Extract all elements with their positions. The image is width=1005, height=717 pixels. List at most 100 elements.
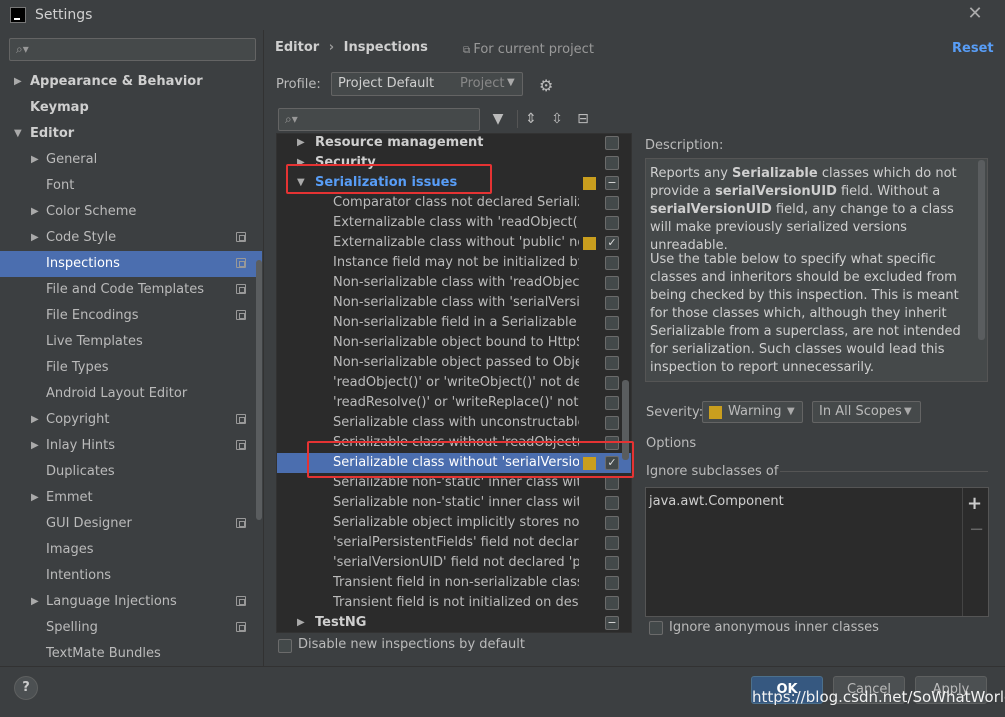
inspection-checkbox[interactable] bbox=[605, 596, 619, 610]
sidebar-item-appearance-behavior[interactable]: ▶ Appearance & Behavior bbox=[0, 69, 262, 95]
sidebar-item-gui-designer[interactable]: GUI Designer bbox=[0, 511, 262, 537]
profile-select[interactable]: Project Default Project ▼ bbox=[331, 72, 523, 96]
inspection-row[interactable]: Non-serializable field in a Serializable… bbox=[277, 313, 631, 333]
sidebar-item-images[interactable]: Images bbox=[0, 537, 262, 563]
chevron-right-icon[interactable]: ▶ bbox=[31, 225, 39, 251]
inspection-checkbox[interactable] bbox=[605, 496, 619, 510]
inspection-row[interactable]: 'readResolve()' or 'writeReplace()' not … bbox=[277, 393, 631, 413]
inspection-row[interactable]: Externalizable class with 'readObject()'… bbox=[277, 213, 631, 233]
inspection-search-input[interactable]: ⌕▾ bbox=[278, 108, 480, 131]
inspection-checkbox[interactable] bbox=[605, 316, 619, 330]
expand-all-icon[interactable]: ⇕ bbox=[522, 110, 540, 128]
filter-icon[interactable]: ▼ bbox=[489, 110, 507, 128]
sidebar-scrollbar[interactable] bbox=[256, 260, 262, 520]
collapse-all-icon[interactable]: ⇳ bbox=[548, 110, 566, 128]
inspection-checkbox[interactable]: − bbox=[605, 616, 619, 630]
inspection-checkbox[interactable] bbox=[605, 216, 619, 230]
inspection-checkbox[interactable] bbox=[605, 296, 619, 310]
sidebar-item-duplicates[interactable]: Duplicates bbox=[0, 459, 262, 485]
sidebar-item-spelling[interactable]: Spelling bbox=[0, 615, 262, 641]
inspection-checkbox[interactable] bbox=[605, 576, 619, 590]
sidebar-search-input[interactable]: ⌕▾ bbox=[9, 38, 256, 61]
inspection-checkbox[interactable] bbox=[605, 196, 619, 210]
inspection-row[interactable]: Instance field may not be initialized by… bbox=[277, 253, 631, 273]
remove-icon[interactable]: − bbox=[969, 519, 984, 540]
inspection-row[interactable]: Serializable class with unconstructable … bbox=[277, 413, 631, 433]
sidebar-item-live-templates[interactable]: Live Templates bbox=[0, 329, 262, 355]
sidebar-item-code-style[interactable]: ▶ Code Style bbox=[0, 225, 262, 251]
inspection-row[interactable]: Non-serializable object passed to Object bbox=[277, 353, 631, 373]
checkbox[interactable] bbox=[278, 639, 292, 653]
chevron-right-icon[interactable]: ▶ bbox=[31, 433, 39, 459]
sidebar-item-inlay-hints[interactable]: ▶ Inlay Hints bbox=[0, 433, 262, 459]
description-scrollbar[interactable] bbox=[978, 160, 985, 340]
sidebar-item-file-types[interactable]: File Types bbox=[0, 355, 262, 381]
help-button[interactable]: ? bbox=[14, 676, 38, 700]
chevron-down-icon[interactable]: ▼ bbox=[14, 121, 22, 147]
sidebar-item-file-encodings[interactable]: File Encodings bbox=[0, 303, 262, 329]
inspection-row[interactable]: Non-serializable class with 'readObject(… bbox=[277, 273, 631, 293]
inspection-checkbox[interactable] bbox=[605, 476, 619, 490]
description-text: Reports any bbox=[650, 166, 733, 181]
inspection-row[interactable]: 'serialVersionUID' field not declared 'p… bbox=[277, 553, 631, 573]
sidebar-item-general[interactable]: ▶ General bbox=[0, 147, 262, 173]
ignore-subclasses-label: Ignore subclasses of bbox=[646, 464, 779, 479]
chevron-right-icon[interactable]: ▶ bbox=[31, 589, 39, 615]
sidebar-item-inspections[interactable]: Inspections bbox=[0, 251, 262, 277]
chevron-right-icon[interactable]: ▶ bbox=[297, 613, 305, 632]
chevron-right-icon[interactable]: ▶ bbox=[31, 485, 39, 511]
inspection-checkbox[interactable] bbox=[605, 396, 619, 410]
ignore-subclasses-list[interactable]: java.awt.Component bbox=[645, 487, 989, 617]
inspection-group-row[interactable]: ▶ Resource management bbox=[277, 134, 631, 153]
severity-select[interactable]: Warning ▼ bbox=[702, 401, 803, 423]
reset-link[interactable]: Reset bbox=[952, 41, 994, 56]
inspection-checkbox[interactable] bbox=[605, 516, 619, 530]
inspection-row[interactable]: Serializable object implicitly stores no… bbox=[277, 513, 631, 533]
list-item[interactable]: java.awt.Component bbox=[649, 494, 784, 509]
checkbox[interactable] bbox=[649, 621, 663, 635]
sidebar-item-editor[interactable]: ▼ Editor bbox=[0, 121, 262, 147]
inspection-checkbox[interactable] bbox=[605, 156, 619, 170]
reset-to-default-icon[interactable]: ⊟ bbox=[574, 110, 592, 128]
inspection-checkbox[interactable] bbox=[605, 336, 619, 350]
inspection-checkbox[interactable] bbox=[605, 556, 619, 570]
inspection-row[interactable]: Transient field in non-serializable clas… bbox=[277, 573, 631, 593]
inspection-checkbox[interactable] bbox=[605, 256, 619, 270]
chevron-right-icon[interactable]: ▶ bbox=[31, 407, 39, 433]
inspection-row[interactable]: Comparator class not declared Serializab bbox=[277, 193, 631, 213]
inspection-checkbox[interactable]: − bbox=[605, 176, 619, 190]
inspection-row[interactable]: Serializable non-'static' inner class wi… bbox=[277, 493, 631, 513]
inspection-row[interactable]: Non-serializable object bound to HttpSe bbox=[277, 333, 631, 353]
chevron-right-icon[interactable]: ▶ bbox=[14, 69, 22, 95]
inspection-checkbox[interactable] bbox=[605, 136, 619, 150]
sidebar-item-file-and-code-templates[interactable]: File and Code Templates bbox=[0, 277, 262, 303]
inspection-checkbox[interactable]: ✓ bbox=[605, 236, 619, 250]
inspection-checkbox[interactable] bbox=[605, 356, 619, 370]
sidebar-item-android-layout-editor[interactable]: Android Layout Editor bbox=[0, 381, 262, 407]
inspection-group-row[interactable]: ▶ TestNG − bbox=[277, 613, 631, 632]
inspection-checkbox[interactable] bbox=[605, 376, 619, 390]
sidebar-item-intentions[interactable]: Intentions bbox=[0, 563, 262, 589]
sidebar-item-language-injections[interactable]: ▶ Language Injections bbox=[0, 589, 262, 615]
sidebar-item-color-scheme[interactable]: ▶ Color Scheme bbox=[0, 199, 262, 225]
sidebar-item-textmate-bundles[interactable]: TextMate Bundles bbox=[0, 641, 262, 667]
chevron-right-icon[interactable]: ▶ bbox=[297, 134, 305, 153]
sidebar-item-emmet[interactable]: ▶ Emmet bbox=[0, 485, 262, 511]
add-icon[interactable]: + bbox=[967, 493, 982, 514]
sidebar-item-keymap[interactable]: Keymap bbox=[0, 95, 262, 121]
scope-select[interactable]: In All Scopes ▼ bbox=[812, 401, 921, 423]
inspection-row[interactable]: 'serialPersistentFields' field not decla… bbox=[277, 533, 631, 553]
inspection-checkbox[interactable] bbox=[605, 276, 619, 290]
inspection-row[interactable]: Transient field is not initialized on de… bbox=[277, 593, 631, 613]
chevron-right-icon[interactable]: ▶ bbox=[31, 199, 39, 225]
inspection-row[interactable]: Externalizable class without 'public' no… bbox=[277, 233, 631, 253]
chevron-right-icon[interactable]: ▶ bbox=[31, 147, 39, 173]
sidebar-item-font[interactable]: Font bbox=[0, 173, 262, 199]
close-icon[interactable]: ✕ bbox=[966, 5, 984, 23]
inspection-checkbox[interactable] bbox=[605, 536, 619, 550]
inspection-row[interactable]: Non-serializable class with 'serialVersi… bbox=[277, 293, 631, 313]
inspection-row[interactable]: 'readObject()' or 'writeObject()' not de… bbox=[277, 373, 631, 393]
sidebar-item-copyright[interactable]: ▶ Copyright bbox=[0, 407, 262, 433]
inspection-checkbox[interactable] bbox=[605, 416, 619, 430]
gear-icon[interactable]: ⚙ bbox=[539, 76, 553, 95]
